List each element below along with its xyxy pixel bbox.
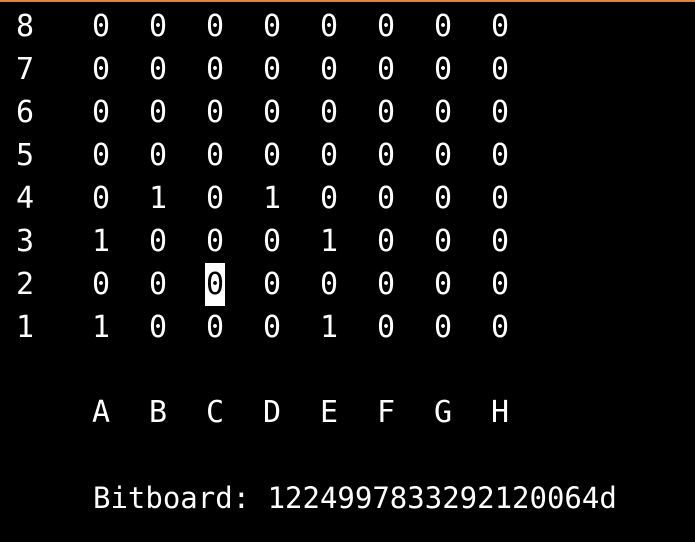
board-cell: 0 [319,181,339,216]
file-label: H [490,395,510,430]
board-row-rank-8: 8 0 0 0 0 0 0 0 0 [0,5,695,48]
board-cell: 0 [433,310,453,345]
file-label: E [319,395,339,430]
board-cell: 0 [490,9,510,44]
board-cell: 0 [205,138,225,173]
board-cell: 0 [205,52,225,87]
text-cursor[interactable]: 0 [205,263,225,306]
board-row-rank-1: 1 1 0 0 0 1 0 0 0 [0,306,695,349]
board-cell: 1 [91,310,111,345]
board-cell: 0 [376,224,396,259]
board-cell: 0 [433,181,453,216]
board-cell: 0 [91,9,111,44]
board-cell: 0 [205,224,225,259]
board-cell: 0 [91,267,111,302]
board-cell: 0 [490,267,510,302]
rank-label: 8 [15,9,35,44]
board-cell: 0 [205,9,225,44]
file-label: C [205,395,225,430]
board-cell: 0 [148,9,168,44]
board-cell: 0 [148,310,168,345]
board-cell: 0 [262,52,282,87]
file-label: B [148,395,168,430]
board-cell: 0 [490,95,510,130]
board-cell: 0 [433,52,453,87]
board-cell: 0 [91,181,111,216]
board-row-rank-7: 7 0 0 0 0 0 0 0 0 [0,48,695,91]
file-label: G [433,395,453,430]
board-cell: 0 [148,138,168,173]
board-cell: 0 [490,138,510,173]
board-cell: 0 [433,138,453,173]
board-cell: 0 [319,95,339,130]
board-row-rank-2: 2 0 0 0 0 0 0 0 0 [0,263,695,306]
board-cell: 0 [433,224,453,259]
board-cell: 0 [148,95,168,130]
rank-label: 2 [15,267,35,302]
rank-label: 5 [15,138,35,173]
board-cell: 0 [319,138,339,173]
board-cell: 0 [205,95,225,130]
board-cell: 0 [433,9,453,44]
board-cell: 1 [319,310,339,345]
board-cell: 0 [91,95,111,130]
board-cell: 0 [490,52,510,87]
bitboard-output: Bitboard: 1224997833292120064d [93,481,617,515]
board-cell: 0 [376,52,396,87]
board-cell: 0 [262,267,282,302]
board-cell: 0 [262,95,282,130]
board-cell: 0 [433,267,453,302]
board-cell: 0 [490,310,510,345]
file-labels-row: A B C D E F G H [0,391,695,434]
board-cell: 0 [433,95,453,130]
board-row-rank-4: 4 0 1 0 1 0 0 0 0 [0,177,695,220]
board-cell: 0 [376,138,396,173]
board-cell: 0 [490,181,510,216]
terminal-window: 8 0 0 0 0 0 0 0 0 7 0 0 0 0 0 0 0 0 6 0 … [0,0,695,542]
board-cell: 0 [376,310,396,345]
board-cell: 0 [262,310,282,345]
board-cell: 0 [148,267,168,302]
rank-label: 1 [15,310,35,345]
board-cell: 1 [319,224,339,259]
board-row-rank-3: 3 1 0 0 0 1 0 0 0 [0,220,695,263]
board-cell: 0 [319,9,339,44]
board-cell: 0 [262,224,282,259]
board-cell: 0 [148,224,168,259]
board-cell: 0 [319,52,339,87]
board-cell: 0 [376,267,396,302]
board-cell: 0 [91,52,111,87]
board-cell: 0 [490,224,510,259]
rank-label: 6 [15,95,35,130]
board-cell: 0 [376,181,396,216]
board-cell: 0 [376,95,396,130]
board-cell: 1 [148,181,168,216]
file-label: D [262,395,282,430]
board-cell: 1 [91,224,111,259]
board-cell: 1 [262,181,282,216]
rank-label: 3 [15,224,35,259]
board-row-rank-5: 5 0 0 0 0 0 0 0 0 [0,134,695,177]
board-cell: 0 [205,310,225,345]
board-cell: 0 [262,138,282,173]
board-cell: 0 [376,9,396,44]
rank-label: 4 [15,181,35,216]
board-cell: 0 [148,52,168,87]
board-cell: 0 [319,267,339,302]
board-cell: 0 [91,138,111,173]
board-row-rank-6: 6 0 0 0 0 0 0 0 0 [0,91,695,134]
file-label: F [376,395,396,430]
board-cell: 0 [262,9,282,44]
file-label: A [91,395,111,430]
board-cell: 0 [205,181,225,216]
rank-label: 7 [15,52,35,87]
